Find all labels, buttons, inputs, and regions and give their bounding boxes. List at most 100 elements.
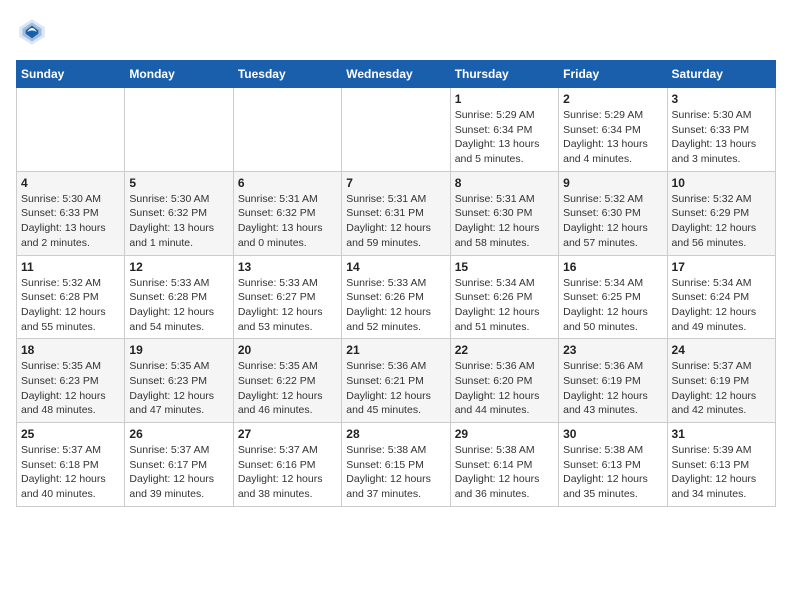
day-number: 29 [455,427,554,441]
calendar-cell: 3 Sunrise: 5:30 AM Sunset: 6:33 PM Daylig… [667,88,775,172]
calendar-cell: 12 Sunrise: 5:33 AM Sunset: 6:28 PM Dayli… [125,255,233,339]
weekday-header: Monday [125,61,233,88]
calendar-cell: 15 Sunrise: 5:34 AM Sunset: 6:26 PM Dayli… [450,255,558,339]
day-info: Sunrise: 5:34 AM Sunset: 6:25 PM Dayligh… [563,276,662,335]
calendar-cell: 28 Sunrise: 5:38 AM Sunset: 6:15 PM Dayli… [342,423,450,507]
calendar-cell: 19 Sunrise: 5:35 AM Sunset: 6:23 PM Dayli… [125,339,233,423]
calendar-cell: 9Sunrise: 5:32 AM Sunset: 6:30 PM Daylig… [559,171,667,255]
calendar-cell: 11 Sunrise: 5:32 AM Sunset: 6:28 PM Dayli… [17,255,125,339]
day-info: Sunrise: 5:37 AM Sunset: 6:18 PM Dayligh… [21,443,120,502]
calendar-cell: 29 Sunrise: 5:38 AM Sunset: 6:14 PM Dayli… [450,423,558,507]
day-info: Sunrise: 5:36 AM Sunset: 6:21 PM Dayligh… [346,359,445,418]
day-info: Sunrise: 5:35 AM Sunset: 6:22 PM Dayligh… [238,359,337,418]
day-info: Sunrise: 5:35 AM Sunset: 6:23 PM Dayligh… [21,359,120,418]
day-info: Sunrise: 5:37 AM Sunset: 6:16 PM Dayligh… [238,443,337,502]
calendar-cell: 22Sunrise: 5:36 AM Sunset: 6:20 PM Dayli… [450,339,558,423]
day-info: Sunrise: 5:37 AM Sunset: 6:19 PM Dayligh… [672,359,771,418]
day-info: Sunrise: 5:35 AM Sunset: 6:23 PM Dayligh… [129,359,228,418]
day-number: 23 [563,343,662,357]
day-number: 5 [129,176,228,190]
day-number: 15 [455,260,554,274]
calendar-cell: 13Sunrise: 5:33 AM Sunset: 6:27 PM Dayli… [233,255,341,339]
calendar-cell: 5 Sunrise: 5:30 AM Sunset: 6:32 PM Daylig… [125,171,233,255]
calendar-cell: 16 Sunrise: 5:34 AM Sunset: 6:25 PM Dayli… [559,255,667,339]
calendar-cell: 8 Sunrise: 5:31 AM Sunset: 6:30 PM Daylig… [450,171,558,255]
day-number: 27 [238,427,337,441]
calendar-cell: 31Sunrise: 5:39 AM Sunset: 6:13 PM Dayli… [667,423,775,507]
day-number: 11 [21,260,120,274]
calendar-cell: 24 Sunrise: 5:37 AM Sunset: 6:19 PM Dayli… [667,339,775,423]
day-info: Sunrise: 5:38 AM Sunset: 6:13 PM Dayligh… [563,443,662,502]
calendar-cell: 17Sunrise: 5:34 AM Sunset: 6:24 PM Dayli… [667,255,775,339]
day-info: Sunrise: 5:32 AM Sunset: 6:29 PM Dayligh… [672,192,771,251]
calendar-cell: 4Sunrise: 5:30 AM Sunset: 6:33 PM Daylig… [17,171,125,255]
page-header [16,16,776,48]
day-number: 14 [346,260,445,274]
calendar-cell: 26Sunrise: 5:37 AM Sunset: 6:17 PM Dayli… [125,423,233,507]
weekday-header: Friday [559,61,667,88]
logo [16,16,52,48]
day-number: 3 [672,92,771,106]
day-number: 25 [21,427,120,441]
calendar-cell: 14 Sunrise: 5:33 AM Sunset: 6:26 PM Dayli… [342,255,450,339]
day-number: 6 [238,176,337,190]
calendar-cell [233,88,341,172]
day-info: Sunrise: 5:38 AM Sunset: 6:14 PM Dayligh… [455,443,554,502]
day-info: Sunrise: 5:31 AM Sunset: 6:31 PM Dayligh… [346,192,445,251]
day-number: 30 [563,427,662,441]
day-info: Sunrise: 5:32 AM Sunset: 6:28 PM Dayligh… [21,276,120,335]
calendar-cell: 1Sunrise: 5:29 AM Sunset: 6:34 PM Daylig… [450,88,558,172]
calendar-cell [17,88,125,172]
day-number: 7 [346,176,445,190]
calendar-header: SundayMondayTuesdayWednesdayThursdayFrid… [17,61,776,88]
day-number: 24 [672,343,771,357]
weekday-header: Sunday [17,61,125,88]
calendar-cell: 20 Sunrise: 5:35 AM Sunset: 6:22 PM Dayli… [233,339,341,423]
calendar-cell: 10 Sunrise: 5:32 AM Sunset: 6:29 PM Dayli… [667,171,775,255]
weekday-header: Saturday [667,61,775,88]
day-info: Sunrise: 5:36 AM Sunset: 6:20 PM Dayligh… [455,359,554,418]
day-info: Sunrise: 5:31 AM Sunset: 6:32 PM Dayligh… [238,192,337,251]
day-info: Sunrise: 5:33 AM Sunset: 6:27 PM Dayligh… [238,276,337,335]
day-number: 17 [672,260,771,274]
day-info: Sunrise: 5:31 AM Sunset: 6:30 PM Dayligh… [455,192,554,251]
calendar-cell: 30 Sunrise: 5:38 AM Sunset: 6:13 PM Dayli… [559,423,667,507]
day-number: 10 [672,176,771,190]
day-number: 20 [238,343,337,357]
day-info: Sunrise: 5:36 AM Sunset: 6:19 PM Dayligh… [563,359,662,418]
day-info: Sunrise: 5:39 AM Sunset: 6:13 PM Dayligh… [672,443,771,502]
calendar-cell: 7 Sunrise: 5:31 AM Sunset: 6:31 PM Daylig… [342,171,450,255]
calendar-cell [125,88,233,172]
day-number: 28 [346,427,445,441]
calendar-cell: 23 Sunrise: 5:36 AM Sunset: 6:19 PM Dayli… [559,339,667,423]
calendar-cell: 21Sunrise: 5:36 AM Sunset: 6:21 PM Dayli… [342,339,450,423]
calendar-cell: 25 Sunrise: 5:37 AM Sunset: 6:18 PM Dayli… [17,423,125,507]
day-number: 2 [563,92,662,106]
day-info: Sunrise: 5:33 AM Sunset: 6:26 PM Dayligh… [346,276,445,335]
day-number: 8 [455,176,554,190]
calendar-cell: 27 Sunrise: 5:37 AM Sunset: 6:16 PM Dayli… [233,423,341,507]
day-info: Sunrise: 5:30 AM Sunset: 6:33 PM Dayligh… [21,192,120,251]
day-number: 9 [563,176,662,190]
day-info: Sunrise: 5:29 AM Sunset: 6:34 PM Dayligh… [563,108,662,167]
weekday-header: Wednesday [342,61,450,88]
day-number: 19 [129,343,228,357]
weekday-header: Tuesday [233,61,341,88]
day-info: Sunrise: 5:33 AM Sunset: 6:28 PM Dayligh… [129,276,228,335]
calendar-cell: 6 Sunrise: 5:31 AM Sunset: 6:32 PM Daylig… [233,171,341,255]
calendar-cell: 18 Sunrise: 5:35 AM Sunset: 6:23 PM Dayli… [17,339,125,423]
day-number: 16 [563,260,662,274]
day-number: 12 [129,260,228,274]
calendar-cell: 2 Sunrise: 5:29 AM Sunset: 6:34 PM Daylig… [559,88,667,172]
day-info: Sunrise: 5:34 AM Sunset: 6:26 PM Dayligh… [455,276,554,335]
calendar-cell [342,88,450,172]
day-number: 26 [129,427,228,441]
day-info: Sunrise: 5:38 AM Sunset: 6:15 PM Dayligh… [346,443,445,502]
day-number: 1 [455,92,554,106]
calendar: SundayMondayTuesdayWednesdayThursdayFrid… [16,60,776,507]
day-info: Sunrise: 5:30 AM Sunset: 6:32 PM Dayligh… [129,192,228,251]
weekday-header: Thursday [450,61,558,88]
day-info: Sunrise: 5:30 AM Sunset: 6:33 PM Dayligh… [672,108,771,167]
logo-icon [16,16,48,48]
day-number: 18 [21,343,120,357]
